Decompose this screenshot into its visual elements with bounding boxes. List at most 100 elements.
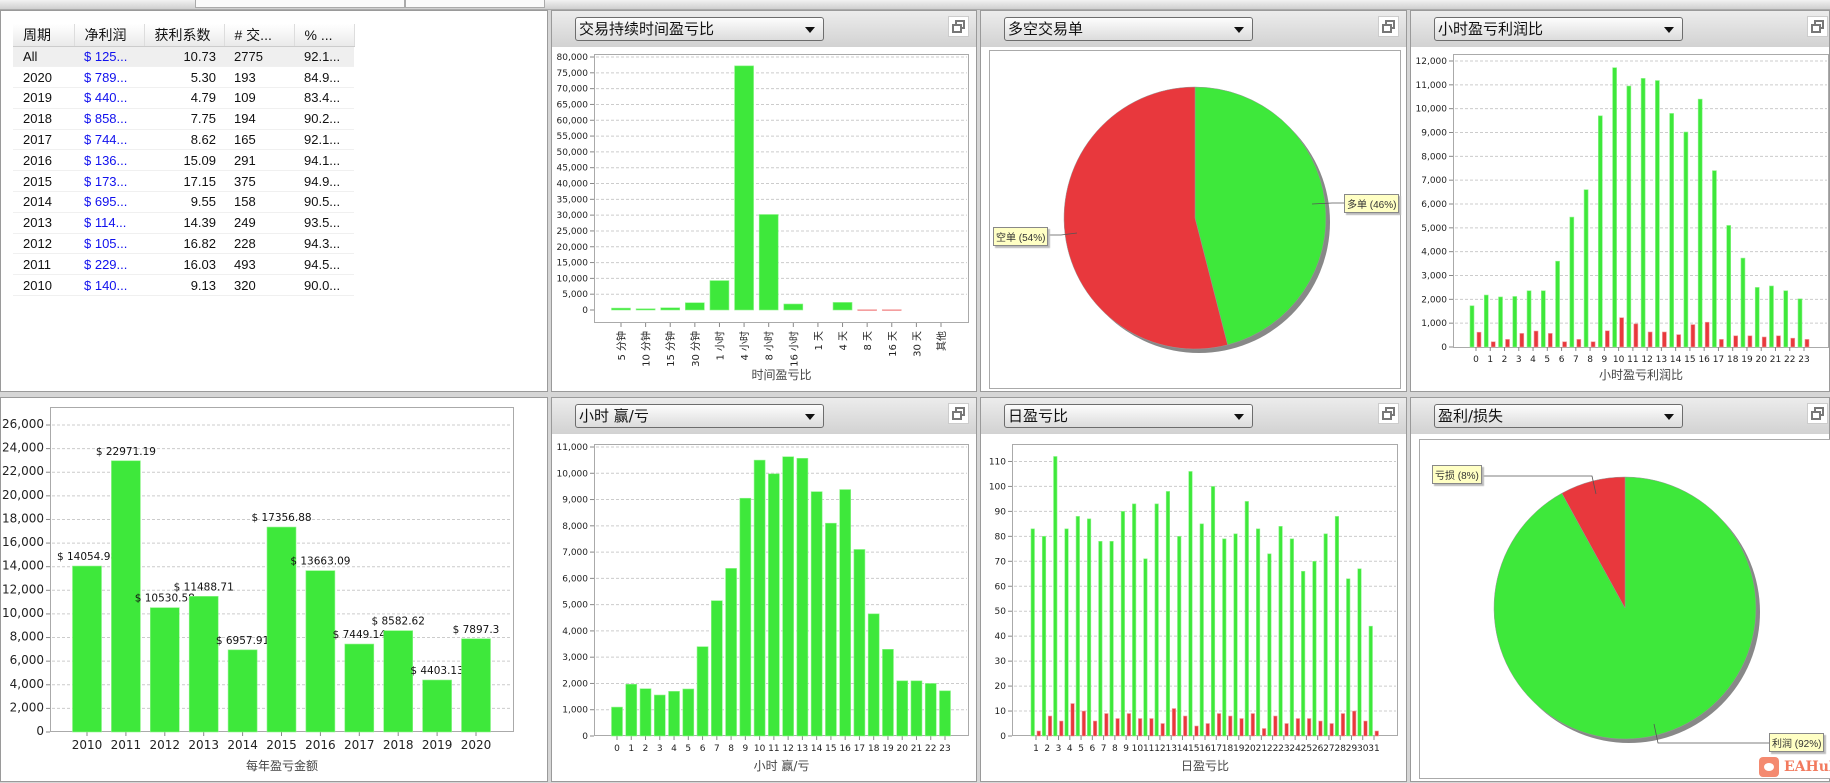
table-cell: 84.9... [294,66,354,89]
bar-profit [1098,541,1103,737]
table-row[interactable]: 2016 $ 136... 15.09 291 94.1... [13,149,354,172]
bar-loss [1194,725,1199,737]
column-header[interactable]: 周期 [13,24,75,47]
x-tick-label: 1 [1487,355,1493,365]
y-tick-label: 8,000 [1421,152,1447,162]
y-tick-label: 25,000 [557,227,589,237]
bar-profit [1512,296,1518,348]
x-tick-label: 1 小时 [714,331,726,361]
column-header[interactable]: 获利系数 [144,24,225,47]
y-tick-label: 2,000 [562,679,588,689]
x-tick-label: 4 天 [839,331,850,351]
x-axis-title: 小时盈亏利润比 [1599,368,1683,382]
table-row[interactable]: 2012 $ 105... 16.82 228 94.3... [13,233,354,255]
x-tick-label: 10 [1132,744,1144,754]
bar-profit [1769,285,1774,348]
bar-data-label: $ 4403.13 [410,665,463,677]
x-tick-label: 2020 [461,738,492,752]
bar-profit [1210,486,1216,737]
bar-loss [1273,715,1278,737]
column-header[interactable]: # 交... [224,24,295,47]
bar-profit [685,302,705,311]
bar-loss [1216,713,1222,737]
y-tick-label: 10,000 [2,606,44,620]
pie-label-profit: 利润 (92%) [1769,733,1825,752]
x-tick-label: 15 [1188,744,1199,754]
bar-loss [1059,720,1064,737]
bar-loss [1476,331,1482,348]
x-tick-label: 5 [1544,355,1550,365]
bar-profit [1109,541,1114,737]
table-cell: 249 [224,212,294,234]
x-tick-label: 6 [1559,355,1565,365]
x-tick-label: 2011 [111,738,142,752]
table-cell: 2019 [13,87,74,109]
x-tick-label: 25 [1301,744,1312,754]
bar-profit [1267,553,1272,737]
bar-profit [1783,290,1789,348]
bar-profit [1626,85,1632,348]
bar-profit [383,630,414,733]
x-tick-label: 7 [1101,744,1107,754]
table-row[interactable]: 2010 $ 140... 9.13 320 90.0... [13,274,354,297]
column-header[interactable]: % ... [294,24,355,47]
bar-loss [1318,720,1323,737]
bar-data-label: $ 14054.98 [57,551,117,563]
table-row[interactable]: 2018 $ 858... 7.75 194 90.2... [13,108,354,130]
bar-loss [1081,710,1086,737]
bar-profit [1598,115,1603,348]
table-row[interactable]: All $ 125... 10.73 2775 92.1... [13,46,354,68]
bar-profit [653,694,666,737]
x-tick-label: 12 [1154,744,1165,754]
bar-loss [1160,723,1165,737]
table-row[interactable]: 2014 $ 695... 9.55 158 90.5... [13,191,354,213]
bar-profit [639,688,652,737]
y-tick-label: 10,000 [557,469,589,479]
x-tick-label: 22 [1267,744,1278,754]
bar-loss [1676,334,1681,348]
x-tick-label: 21 [911,744,922,754]
y-tick-label: 5,000 [562,290,588,300]
y-tick-label: 18,000 [2,511,44,525]
table-cell: 94.5... [294,253,354,276]
x-tick-label: 3 [1056,744,1062,754]
bar-profit [1612,67,1617,348]
y-tick-label: 10 [995,707,1007,717]
table-cell: $ 136... [74,149,144,172]
y-tick-label: 7,000 [1421,176,1447,186]
table-cell: 165 [224,129,294,151]
top-tab[interactable] [195,0,405,8]
table-row[interactable]: 2019 $ 440... 4.79 109 83.4... [13,87,354,109]
bar-profit [1669,113,1674,348]
table-row[interactable]: 2013 $ 114... 14.39 249 93.5... [13,212,354,234]
table-cell: 5.30 [144,66,224,89]
bar-profit [1640,78,1646,348]
bar-profit [796,457,809,737]
bar-profit [611,307,631,311]
bar-loss [1490,341,1496,348]
bar-profit [1754,287,1760,348]
x-tick-label: 16 [839,744,851,754]
bar-profit [882,649,894,737]
table-cell: All [13,46,74,68]
x-tick-label: 10 分钟 [640,331,653,367]
bar-profit [853,549,866,737]
column-header[interactable]: 净利润 [74,24,145,47]
table-row[interactable]: 2011 $ 229... 16.03 493 94.5... [13,253,354,276]
table-row[interactable]: 2015 $ 173... 17.15 375 94.9... [13,170,354,193]
y-tick-label: 26,000 [2,417,44,431]
bar-loss [881,309,902,311]
bar-loss [1340,713,1346,737]
stats-table: 周期 净利润 获利系数 # 交...% ... All $ 125... 10.73 277… [13,24,355,297]
bar-data-label: $ 11488.71 [174,581,234,593]
table-row[interactable]: 2017 $ 744... 8.62 165 92.1... [13,129,354,151]
bar-profit [1075,516,1080,737]
x-tick-label: 24 [1289,744,1301,754]
bar-profit [1278,526,1283,737]
table-cell: 94.3... [294,233,354,255]
bar-profit [1712,170,1717,348]
bar-data-label: $ 17356.88 [251,512,311,524]
top-tab[interactable] [405,0,545,8]
bar-profit [227,649,258,733]
table-row[interactable]: 2020 $ 789... 5.30 193 84.9... [13,66,354,89]
